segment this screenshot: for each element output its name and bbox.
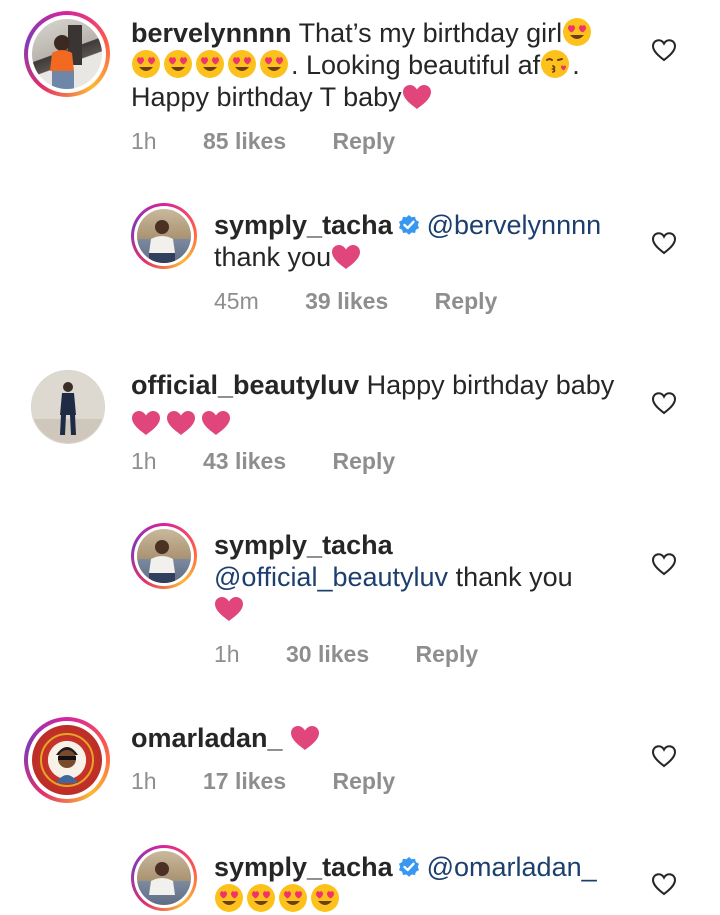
avatar[interactable] bbox=[131, 845, 197, 911]
heart-eyes-icon bbox=[227, 49, 257, 79]
heart-emoji-icon bbox=[131, 410, 161, 436]
mention-link[interactable]: @bervelynnnn bbox=[427, 210, 602, 240]
heart-eyes-icon bbox=[131, 49, 161, 79]
avatar[interactable] bbox=[31, 370, 105, 444]
heart-emoji-icon bbox=[331, 244, 361, 270]
heart-eyes-icon bbox=[246, 883, 276, 913]
comment-time: 1h bbox=[131, 448, 157, 474]
mention-link[interactable]: @omarladan_ bbox=[427, 852, 597, 882]
heart-eyes-icon bbox=[195, 49, 225, 79]
heart-emoji-icon bbox=[214, 596, 244, 622]
comment-text: thank you bbox=[214, 242, 332, 272]
comment-text: Happy birthday T baby bbox=[131, 82, 402, 112]
comment-text: thank you bbox=[448, 562, 573, 592]
avatar[interactable] bbox=[24, 717, 110, 803]
comment-time: 45m bbox=[214, 288, 259, 314]
comment-meta: 45m 39 likes Reply bbox=[214, 288, 537, 315]
avatar[interactable] bbox=[131, 203, 197, 269]
heart-outline-icon[interactable] bbox=[651, 391, 677, 415]
reply-button[interactable]: Reply bbox=[333, 768, 396, 794]
heart-eyes-icon bbox=[278, 883, 308, 913]
reply-button[interactable]: Reply bbox=[416, 641, 479, 667]
comment-username[interactable]: symply_tacha bbox=[214, 530, 393, 560]
comment-time: 1h bbox=[131, 768, 157, 794]
likes-count[interactable]: 43 likes bbox=[203, 448, 286, 474]
heart-eyes-icon bbox=[562, 17, 592, 47]
heart-emoji-icon bbox=[290, 725, 320, 751]
heart-outline-icon[interactable] bbox=[651, 744, 677, 768]
comment-username[interactable]: symply_tacha bbox=[214, 852, 393, 882]
comment-meta: 1h 17 likes Reply bbox=[131, 768, 435, 795]
heart-eyes-icon bbox=[214, 883, 244, 913]
heart-emoji-icon bbox=[402, 84, 432, 110]
comment-text: That’s my birthday girl bbox=[298, 18, 563, 48]
comment-text: Happy birthday baby bbox=[366, 370, 615, 400]
heart-emoji-icon bbox=[201, 410, 231, 436]
heart-outline-icon[interactable] bbox=[651, 38, 677, 62]
heart-eyes-icon bbox=[163, 49, 193, 79]
comment-time: 1h bbox=[214, 641, 240, 667]
comment-text: . bbox=[572, 50, 580, 80]
likes-count[interactable]: 17 likes bbox=[203, 768, 286, 794]
kissing-heart-icon bbox=[540, 49, 570, 79]
likes-count[interactable]: 39 likes bbox=[305, 288, 388, 314]
reply-button[interactable]: Reply bbox=[333, 448, 396, 474]
comment-meta: 1h 43 likes Reply bbox=[131, 448, 435, 475]
comment-username[interactable]: omarladan_ bbox=[131, 723, 283, 753]
heart-eyes-icon bbox=[259, 49, 289, 79]
mention-link[interactable]: @official_beautyluv bbox=[214, 562, 448, 592]
comment-username[interactable]: symply_tacha bbox=[214, 210, 393, 240]
comment-username[interactable]: official_beautyluv bbox=[131, 370, 359, 400]
reply-button[interactable]: Reply bbox=[435, 288, 498, 314]
avatar[interactable] bbox=[24, 11, 110, 97]
verified-badge-icon bbox=[397, 855, 421, 879]
heart-outline-icon[interactable] bbox=[651, 872, 677, 896]
comment-username[interactable]: bervelynnnn bbox=[131, 18, 292, 48]
comment-meta: 1h 30 likes Reply bbox=[214, 641, 518, 668]
comment-text: . Looking beautiful af bbox=[291, 50, 541, 80]
avatar[interactable] bbox=[131, 523, 197, 589]
heart-emoji-icon bbox=[166, 410, 196, 436]
heart-outline-icon[interactable] bbox=[651, 231, 677, 255]
comment-time: 1h bbox=[131, 128, 157, 154]
comment-meta: 1h 85 likes Reply bbox=[131, 128, 435, 155]
likes-count[interactable]: 85 likes bbox=[203, 128, 286, 154]
verified-badge-icon bbox=[397, 213, 421, 237]
likes-count[interactable]: 30 likes bbox=[286, 641, 369, 667]
heart-eyes-icon bbox=[310, 883, 340, 913]
heart-outline-icon[interactable] bbox=[651, 552, 677, 576]
reply-button[interactable]: Reply bbox=[333, 128, 396, 154]
